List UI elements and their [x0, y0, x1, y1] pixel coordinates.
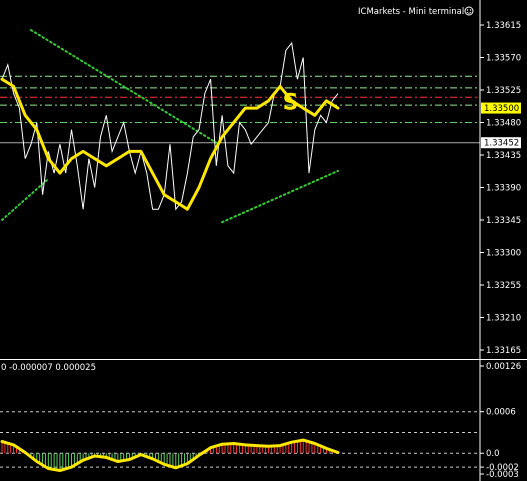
price-tick-label: 1.33300	[486, 249, 521, 259]
price-tick-label: 1.33165	[486, 346, 521, 356]
current-price-tag: 1.33452	[481, 137, 521, 149]
svg-text:1.33500: 1.33500	[484, 104, 519, 114]
price-tick-label: 1.33480	[486, 119, 521, 129]
oscillator-tick-label: -0.0003	[486, 470, 519, 480]
price-tick-label: 1.33210	[486, 314, 521, 324]
svg-text:1.33452: 1.33452	[484, 139, 519, 149]
oscillator-tick-label: 0.0	[486, 449, 500, 459]
chart-background	[0, 0, 527, 481]
price-tick-label: 1.33615	[486, 21, 521, 31]
price-tick-label: 1.33255	[486, 281, 521, 291]
price-tick-label: 1.33435	[486, 151, 521, 161]
oscillator-tick-label: 0.0006	[486, 408, 516, 418]
signal-marker: S	[283, 90, 299, 115]
oscillator-header: 0 -0.000007 0.000025	[1, 363, 96, 373]
price-tick-label: 1.33345	[486, 216, 521, 226]
price-tick-label: 1.33570	[486, 54, 521, 64]
price-chart-window[interactable]: S ICMarkets - Mini terminal 1.33615 1.335…	[0, 0, 527, 481]
window-title: ICMarkets - Mini terminal	[358, 7, 464, 17]
price-tick-label: 1.33390	[486, 184, 521, 194]
level-price-tag: 1.33500	[481, 102, 521, 114]
price-tick-label: 1.33525	[486, 86, 521, 96]
oscillator-tick-label: 0.00126	[486, 362, 521, 372]
